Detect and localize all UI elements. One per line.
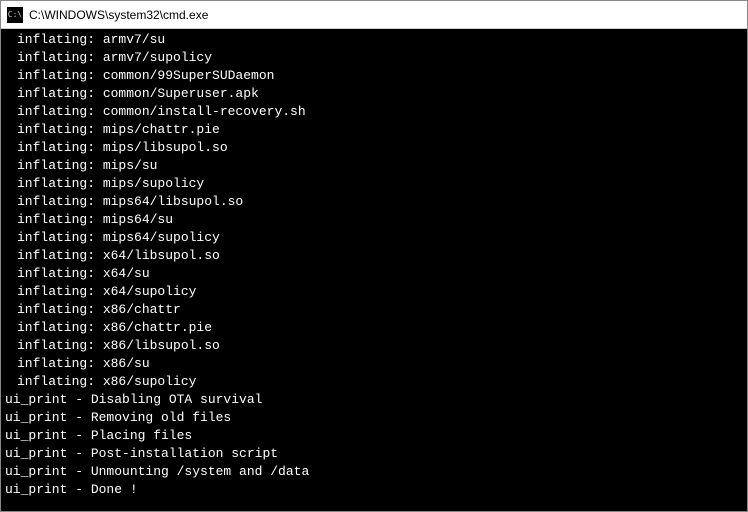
inflating-line: inflating: common/99SuperSUDaemon [5, 67, 747, 85]
inflating-line: inflating: x86/libsupol.so [5, 337, 747, 355]
inflating-line: inflating: mips/chattr.pie [5, 121, 747, 139]
inflating-line: inflating: mips64/su [5, 211, 747, 229]
cmd-icon-text: C:\ [8, 11, 22, 19]
inflating-line: inflating: x64/supolicy [5, 283, 747, 301]
ui-print-line: ui_print - Done ! [5, 481, 747, 499]
ui-print-line: ui_print - Placing files [5, 427, 747, 445]
inflating-line: inflating: mips64/supolicy [5, 229, 747, 247]
inflating-line: inflating: x64/libsupol.so [5, 247, 747, 265]
ui-print-line: ui_print - Removing old files [5, 409, 747, 427]
inflating-line: inflating: armv7/su [5, 31, 747, 49]
window-title: C:\WINDOWS\system32\cmd.exe [29, 8, 208, 22]
inflating-line: inflating: mips/su [5, 157, 747, 175]
inflating-line: inflating: armv7/supolicy [5, 49, 747, 67]
blank-line [5, 499, 747, 511]
inflating-line: inflating: x86/supolicy [5, 373, 747, 391]
cmd-icon: C:\ [7, 7, 23, 23]
inflating-line: inflating: common/install-recovery.sh [5, 103, 747, 121]
inflating-line: inflating: x64/su [5, 265, 747, 283]
inflating-line: inflating: mips64/libsupol.so [5, 193, 747, 211]
ui-print-line: ui_print - Post-installation script [5, 445, 747, 463]
inflating-line: inflating: x86/chattr.pie [5, 319, 747, 337]
ui-print-line: ui_print - Disabling OTA survival [5, 391, 747, 409]
cmd-window: C:\ C:\WINDOWS\system32\cmd.exe inflatin… [0, 0, 748, 512]
ui-print-line: ui_print - Unmounting /system and /data [5, 463, 747, 481]
inflating-line: inflating: x86/chattr [5, 301, 747, 319]
inflating-line: inflating: x86/su [5, 355, 747, 373]
titlebar[interactable]: C:\ C:\WINDOWS\system32\cmd.exe [1, 1, 747, 29]
terminal-output[interactable]: inflating: armv7/suinflating: armv7/supo… [1, 29, 747, 511]
inflating-line: inflating: mips/libsupol.so [5, 139, 747, 157]
inflating-line: inflating: common/Superuser.apk [5, 85, 747, 103]
inflating-line: inflating: mips/supolicy [5, 175, 747, 193]
